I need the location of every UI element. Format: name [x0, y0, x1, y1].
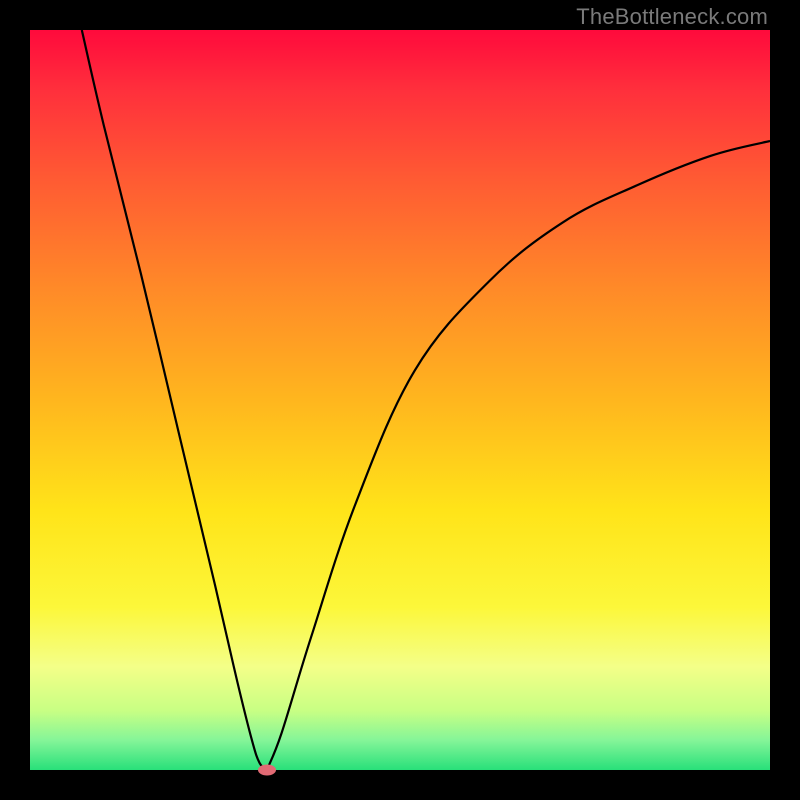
watermark-text: TheBottleneck.com — [576, 4, 768, 30]
optimal-point-marker — [258, 765, 276, 776]
plot-area — [30, 30, 770, 770]
chart-frame: TheBottleneck.com — [0, 0, 800, 800]
curve-left-branch — [82, 30, 267, 770]
curve-right-branch — [267, 141, 770, 770]
bottleneck-curve — [30, 30, 770, 770]
